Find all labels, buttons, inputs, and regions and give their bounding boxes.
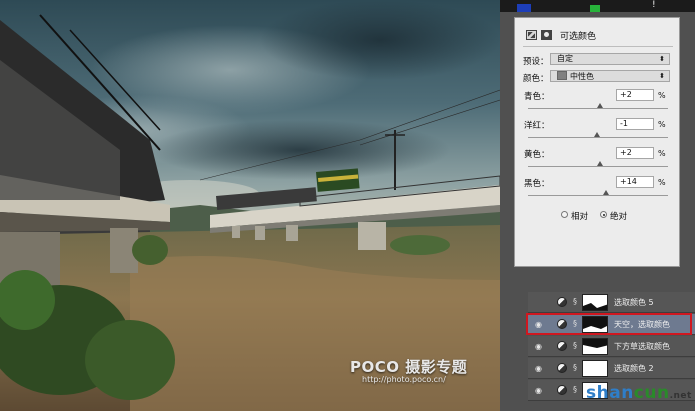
colors-value: 中性色 (570, 72, 594, 81)
mask-shape (583, 339, 607, 348)
eye-icon[interactable]: ◉ (535, 342, 542, 351)
link-icon: § (573, 385, 577, 394)
slider-label-cyan: 青色： (524, 92, 550, 102)
highlight-box (526, 313, 692, 335)
cyan-percent: % (658, 91, 666, 100)
absolute-label[interactable]: 绝对 (610, 210, 627, 222)
link-icon: § (573, 297, 577, 306)
magenta-slider-track[interactable] (528, 137, 668, 138)
landscape-photo (0, 0, 500, 411)
link-icon: § (573, 341, 577, 350)
photo-canvas[interactable]: POCO 摄影专题 http://photo.poco.cn/ (0, 0, 500, 411)
logo-suffix: .net (669, 391, 692, 401)
logo-part-shan: shan (586, 383, 634, 403)
adjustment-layer-icon[interactable] (526, 30, 537, 40)
link-icon: § (573, 363, 577, 372)
layer-row[interactable]: § 选取颜色 5 (528, 292, 695, 313)
magenta-slider-thumb[interactable] (594, 132, 600, 137)
eye-icon[interactable]: ◉ (535, 386, 542, 395)
colors-label: 颜色： (523, 74, 549, 84)
layer-mask-thumbnail[interactable] (582, 338, 608, 355)
relative-label[interactable]: 相对 (571, 210, 588, 222)
selective-color-icon (557, 363, 567, 373)
selective-color-icon (557, 385, 567, 395)
layer-mask-thumbnail[interactable] (582, 294, 608, 311)
yellow-value-field[interactable]: +2 (616, 147, 654, 159)
site-logo: shancun.net (586, 383, 692, 403)
color-swatch (557, 71, 567, 80)
mask-shape (583, 303, 607, 310)
slider-label-magenta: 洋红： (524, 121, 550, 131)
yellow-slider-track[interactable] (528, 166, 668, 167)
layer-name[interactable]: 下方草选取颜色 (614, 341, 670, 352)
logo-part-cun: cun (633, 383, 670, 403)
layer-row[interactable]: ◉ § 选取颜色 2 (528, 358, 695, 379)
header-divider (523, 46, 673, 47)
black-slider-track[interactable] (528, 195, 668, 196)
magenta-value-field[interactable]: -1 (616, 118, 654, 130)
slider-label-yellow: 黄色： (524, 150, 550, 160)
yellow-slider-thumb[interactable] (597, 161, 603, 166)
watermark-url: http://photo.poco.cn/ (362, 375, 446, 384)
layer-mask-icon[interactable] (541, 30, 552, 40)
black-percent: % (658, 178, 666, 187)
preset-dropdown[interactable]: 自定 ⬍ (550, 53, 670, 65)
absolute-radio[interactable] (600, 211, 607, 218)
black-value-field[interactable]: +14 (616, 176, 654, 188)
preset-value: 自定 (557, 54, 573, 63)
histogram-green-peak (590, 5, 600, 12)
panel-header: 可选颜色 (523, 26, 673, 47)
layer-name[interactable]: 选取颜色 2 (614, 363, 654, 374)
chevron-down-icon: ⬍ (659, 55, 665, 63)
cyan-slider-thumb[interactable] (597, 103, 603, 108)
panel-title: 可选颜色 (560, 32, 597, 42)
layer-mask-thumbnail[interactable] (582, 360, 608, 377)
magenta-percent: % (658, 120, 666, 129)
cyan-slider-track[interactable] (528, 108, 668, 109)
preset-label: 预设： (523, 57, 549, 67)
yellow-percent: % (658, 149, 666, 158)
histogram-blue-peak (517, 4, 531, 12)
eye-icon[interactable]: ◉ (535, 364, 542, 373)
slider-label-black: 黑色： (524, 179, 550, 189)
layer-row[interactable]: ◉ § 下方草选取颜色 (528, 336, 695, 357)
cyan-value-field[interactable]: +2 (616, 89, 654, 101)
colors-dropdown[interactable]: 中性色 ⬍ (550, 70, 670, 82)
relative-radio[interactable] (561, 211, 568, 218)
selective-color-icon (557, 297, 567, 307)
watermark-poco: POCO 摄影专题 (350, 358, 468, 376)
histogram-strip: ! (500, 0, 695, 12)
layer-name[interactable]: 选取颜色 5 (614, 297, 654, 308)
chevron-down-icon: ⬍ (659, 72, 665, 80)
selective-color-icon (557, 341, 567, 351)
black-slider-thumb[interactable] (603, 190, 609, 195)
warning-icon[interactable]: ! (652, 0, 656, 10)
